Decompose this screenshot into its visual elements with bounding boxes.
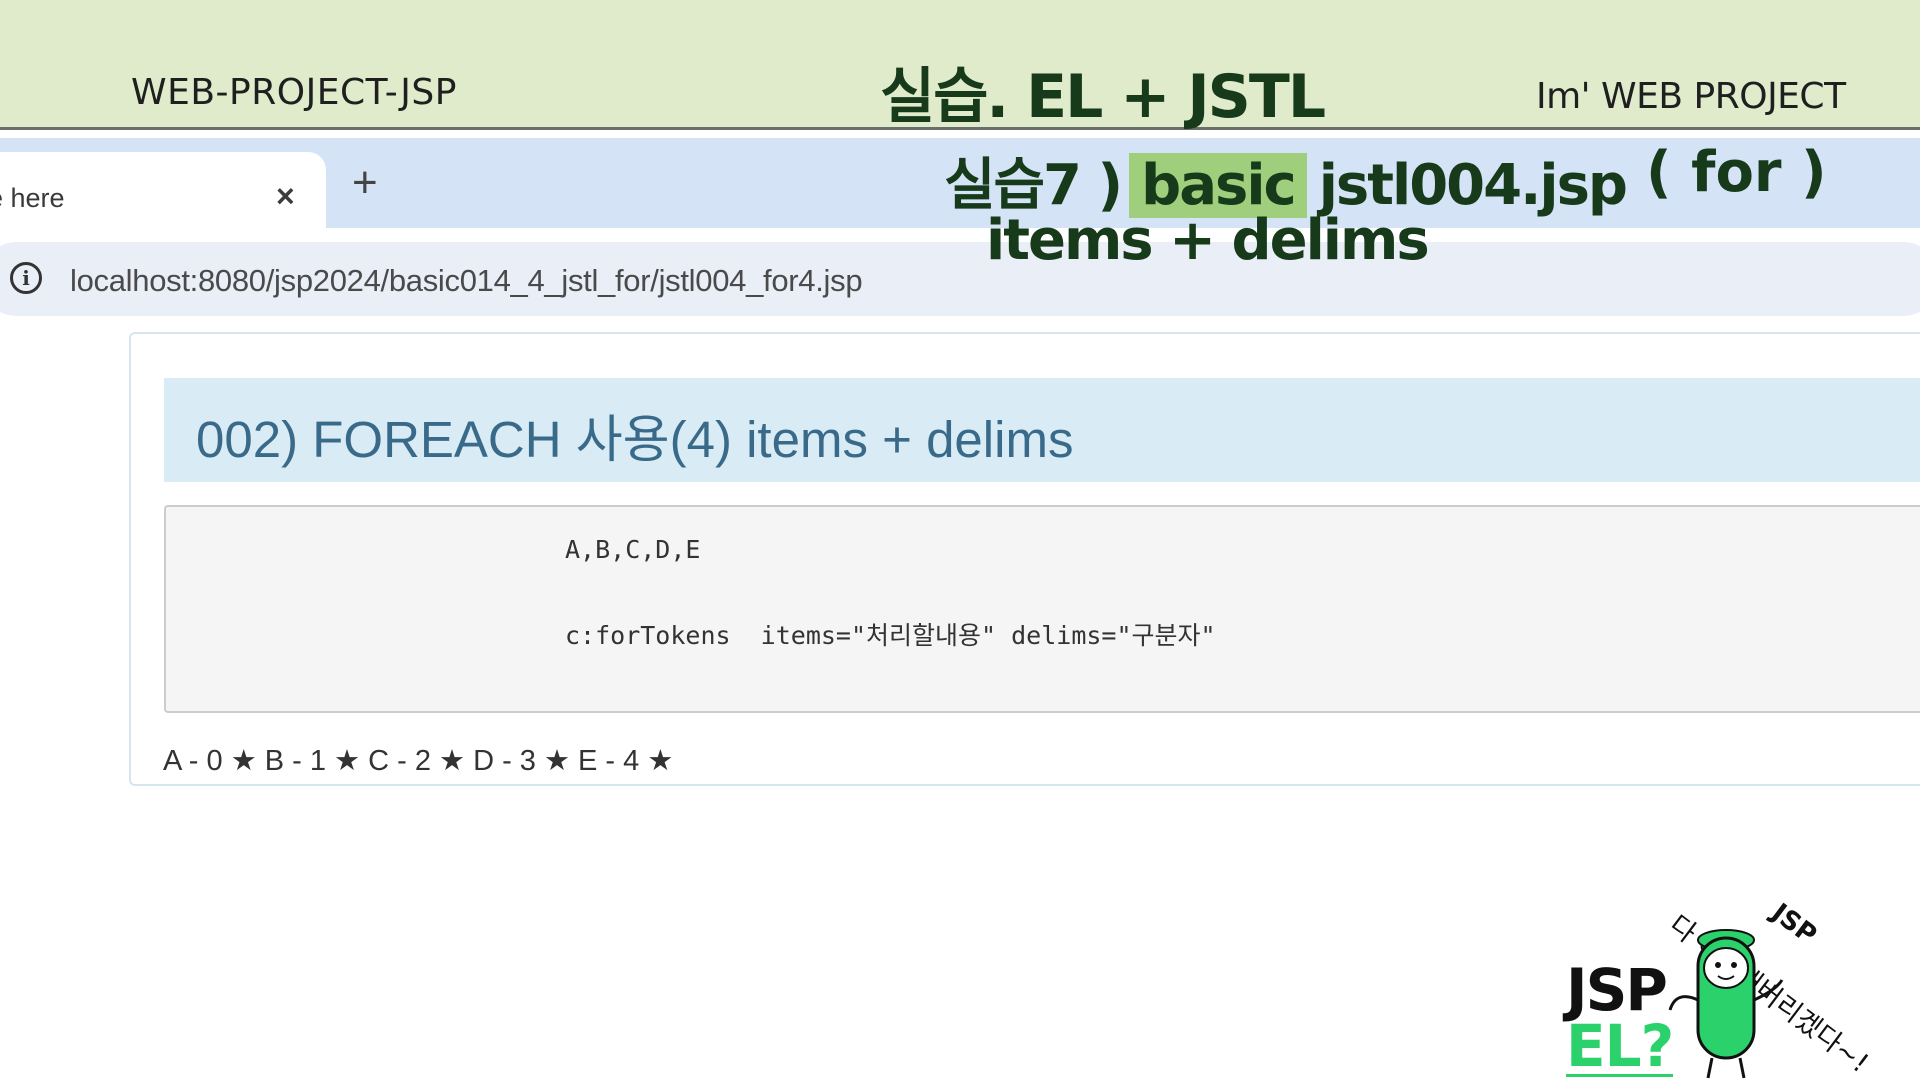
browser-tab[interactable]: e here × [0,152,326,228]
code-line-items: A,B,C,D,E [565,535,701,564]
slide-center-title: 실습. EL + JSTL [880,62,1326,132]
slide-header: WEB-PROJECT-JSP 실습. EL + JSTL Im' WEB PR… [0,0,1920,132]
new-tab-button[interactable]: + [352,158,378,208]
slide-left-title: WEB-PROJECT-JSP [131,72,457,113]
tab-title: e here [0,183,65,213]
site-info-icon[interactable]: i [10,262,42,294]
result-output: A - 0 ★ B - 1 ★ C - 2 ★ D - 3 ★ E - 4 ★ [163,745,674,777]
mascot-illustration [1668,929,1784,1079]
for-label: ( for ) [1646,140,1827,205]
url-text[interactable]: localhost:8080/jsp2024/basic014_4_jstl_f… [70,263,863,299]
code-block [164,505,1920,713]
close-tab-icon[interactable]: × [276,178,295,215]
exercise-subtitle: items + delims [986,208,1430,273]
code-line-fortokens: c:forTokens items="처리할내용" delims="구분자" [565,621,1216,650]
page-heading: 002) FOREACH 사용(4) items + delims [196,411,1074,468]
slide-right-title: Im' WEB PROJECT [1536,76,1846,117]
